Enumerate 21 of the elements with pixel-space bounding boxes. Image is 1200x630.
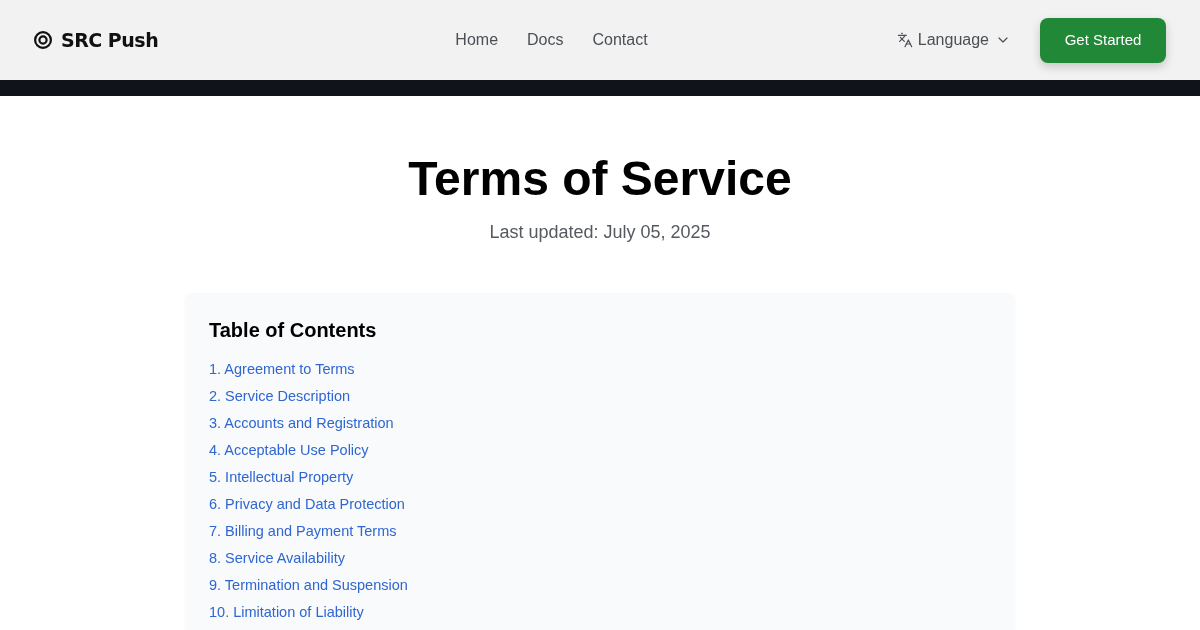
logo-text[interactable]: SRC Push: [61, 25, 159, 55]
get-started-button[interactable]: Get Started: [1040, 17, 1166, 63]
nav-link[interactable]: Contact: [592, 28, 648, 52]
translate-icon: [896, 32, 913, 48]
logo-icon: [34, 31, 52, 49]
toc-link[interactable]: 5. Intellectual Property: [209, 467, 354, 486]
last-updated-text: Last updated: July 05, 2025: [489, 221, 711, 244]
toc-link[interactable]: 1. Agreement to Terms: [209, 359, 355, 378]
toc-link[interactable]: 9. Termination and Suspension: [209, 575, 408, 594]
nav-link[interactable]: Docs: [527, 28, 564, 52]
toc-link[interactable]: 6. Privacy and Data Protection: [209, 494, 405, 513]
toc-link[interactable]: 3. Accounts and Registration: [209, 413, 394, 432]
toc-link[interactable]: 2. Service Description: [209, 386, 351, 405]
toc-link[interactable]: 4. Acceptable Use Policy: [209, 440, 369, 459]
toc-link[interactable]: 8. Service Availability: [209, 548, 345, 567]
toc-link[interactable]: 7. Billing and Payment Terms: [209, 521, 397, 540]
toc-heading: Table of Contents: [209, 318, 378, 343]
toc-link[interactable]: 10. Limitation of Liability: [209, 602, 364, 621]
page-title: Terms of Service: [408, 151, 792, 207]
nav-link[interactable]: Home: [455, 28, 499, 52]
language-button[interactable]: Language: [896, 28, 1011, 52]
